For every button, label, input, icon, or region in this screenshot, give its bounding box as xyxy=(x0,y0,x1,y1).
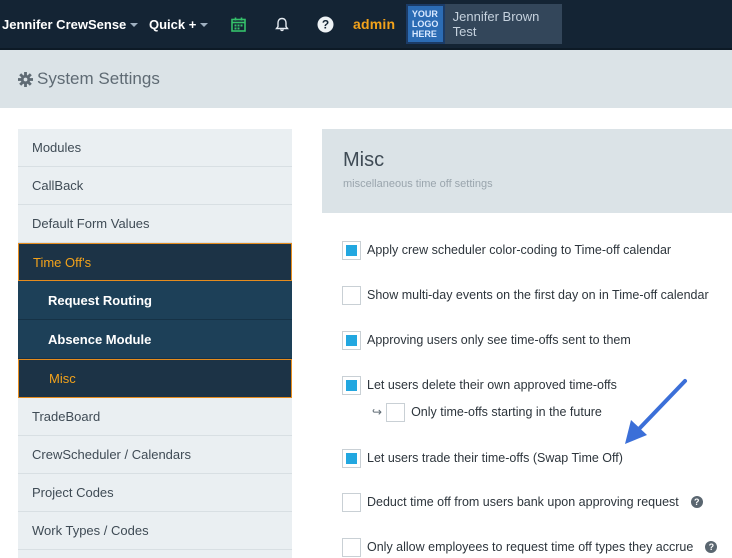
accrued-types-only-checkbox[interactable] xyxy=(342,537,361,557)
calendar-button[interactable] xyxy=(231,0,246,48)
option-label: Let users trade their time-offs (Swap Ti… xyxy=(367,451,623,465)
future-only-checkbox[interactable] xyxy=(386,402,406,422)
sidebar-item-project-codes[interactable]: Project Codes xyxy=(18,474,292,512)
option-row: Approving users only see time-offs sent … xyxy=(342,330,631,350)
delete-approved-checkbox[interactable] xyxy=(342,375,361,395)
option-label: Approving users only see time-offs sent … xyxy=(367,333,631,347)
sidebar-subitem-misc[interactable]: Misc xyxy=(18,359,292,398)
option-label: Only allow employees to request time off… xyxy=(367,540,694,554)
option-row: Show multi-day events on the first day o… xyxy=(342,285,709,305)
app-name: Jennifer CrewSense xyxy=(2,16,127,32)
user-name: Jennifer Brown Test xyxy=(452,9,540,39)
help-icon[interactable]: ? xyxy=(705,541,718,553)
bell-icon xyxy=(275,17,289,31)
quick-add-menu[interactable]: Quick + xyxy=(149,0,209,48)
gear-icon xyxy=(18,71,33,87)
top-nav-bar: Jennifer CrewSense Quick + ? admin YOUR … xyxy=(0,0,732,50)
sidebar-subitem-request-routing[interactable]: Request Routing xyxy=(18,281,292,320)
page-header: System Settings xyxy=(0,50,732,108)
app-switcher-menu[interactable]: Jennifer CrewSense xyxy=(2,0,139,48)
option-row: Let users trade their time-offs (Swap Ti… xyxy=(342,448,623,468)
sidebar-item-crewscheduler-calendars[interactable]: CrewScheduler / Calendars xyxy=(18,436,292,474)
company-logo-text: YOUR LOGO HERE xyxy=(411,9,439,39)
settings-sidebar: Modules CallBack Default Form Values Tim… xyxy=(18,129,292,558)
svg-text:?: ? xyxy=(322,17,329,31)
approving-users-checkbox[interactable] xyxy=(342,330,361,350)
section-title: Misc xyxy=(343,149,385,171)
sidebar-item-work-types-codes[interactable]: Work Types / Codes xyxy=(18,512,292,550)
help-icon[interactable]: ? xyxy=(690,496,703,508)
option-label: Show multi-day events on the first day o… xyxy=(367,288,709,302)
help-icon: ? xyxy=(317,16,334,32)
admin-logo: admin xyxy=(353,16,396,32)
option-label: Let users delete their own approved time… xyxy=(367,378,617,392)
sub-option-row: ↪ Only time-offs starting in the future xyxy=(372,402,602,422)
calendar-icon xyxy=(231,17,246,32)
option-label: Apply crew scheduler color-coding to Tim… xyxy=(367,243,672,257)
option-label: Deduct time off from users bank upon app… xyxy=(367,495,679,509)
sidebar-item-modules[interactable]: Modules xyxy=(18,129,292,167)
company-logo: YOUR LOGO HERE xyxy=(406,4,445,44)
section-header: Misc miscellaneous time off settings xyxy=(322,129,732,213)
option-row: Apply crew scheduler color-coding to Tim… xyxy=(342,240,671,260)
section-subtitle: miscellaneous time off settings xyxy=(343,178,493,190)
option-row: Deduct time off from users bank upon app… xyxy=(342,492,703,512)
quick-add-label: Quick + xyxy=(149,16,197,32)
color-coding-checkbox[interactable] xyxy=(342,240,361,260)
sidebar-item-time-offs[interactable]: Time Off's xyxy=(18,243,292,281)
help-button[interactable]: ? xyxy=(317,0,334,48)
admin-link[interactable]: admin xyxy=(353,0,395,48)
sidebar-subitem-absence-module[interactable]: Absence Module xyxy=(18,320,292,359)
option-row: Only allow employees to request time off… xyxy=(342,537,718,557)
annotation-arrow xyxy=(625,379,687,444)
option-row: Let users delete their own approved time… xyxy=(342,375,617,395)
sidebar-item-tradeboard[interactable]: TradeBoard xyxy=(18,398,292,436)
deduct-bank-checkbox[interactable] xyxy=(342,492,361,512)
sidebar-item-default-form-values[interactable]: Default Form Values xyxy=(18,205,292,243)
user-profile-menu[interactable]: YOUR LOGO HERE Jennifer Brown Test xyxy=(406,4,562,44)
page-title: System Settings xyxy=(37,69,160,88)
option-label: Only time-offs starting in the future xyxy=(411,405,602,419)
chevron-down-icon xyxy=(200,23,209,27)
notifications-button[interactable] xyxy=(275,0,289,48)
swap-time-off-checkbox[interactable] xyxy=(342,448,361,468)
sidebar-item-callback[interactable]: CallBack xyxy=(18,167,292,205)
chevron-down-icon xyxy=(130,23,139,27)
multi-day-events-checkbox[interactable] xyxy=(342,285,361,305)
sub-option-arrow-icon: ↪ xyxy=(372,405,383,419)
